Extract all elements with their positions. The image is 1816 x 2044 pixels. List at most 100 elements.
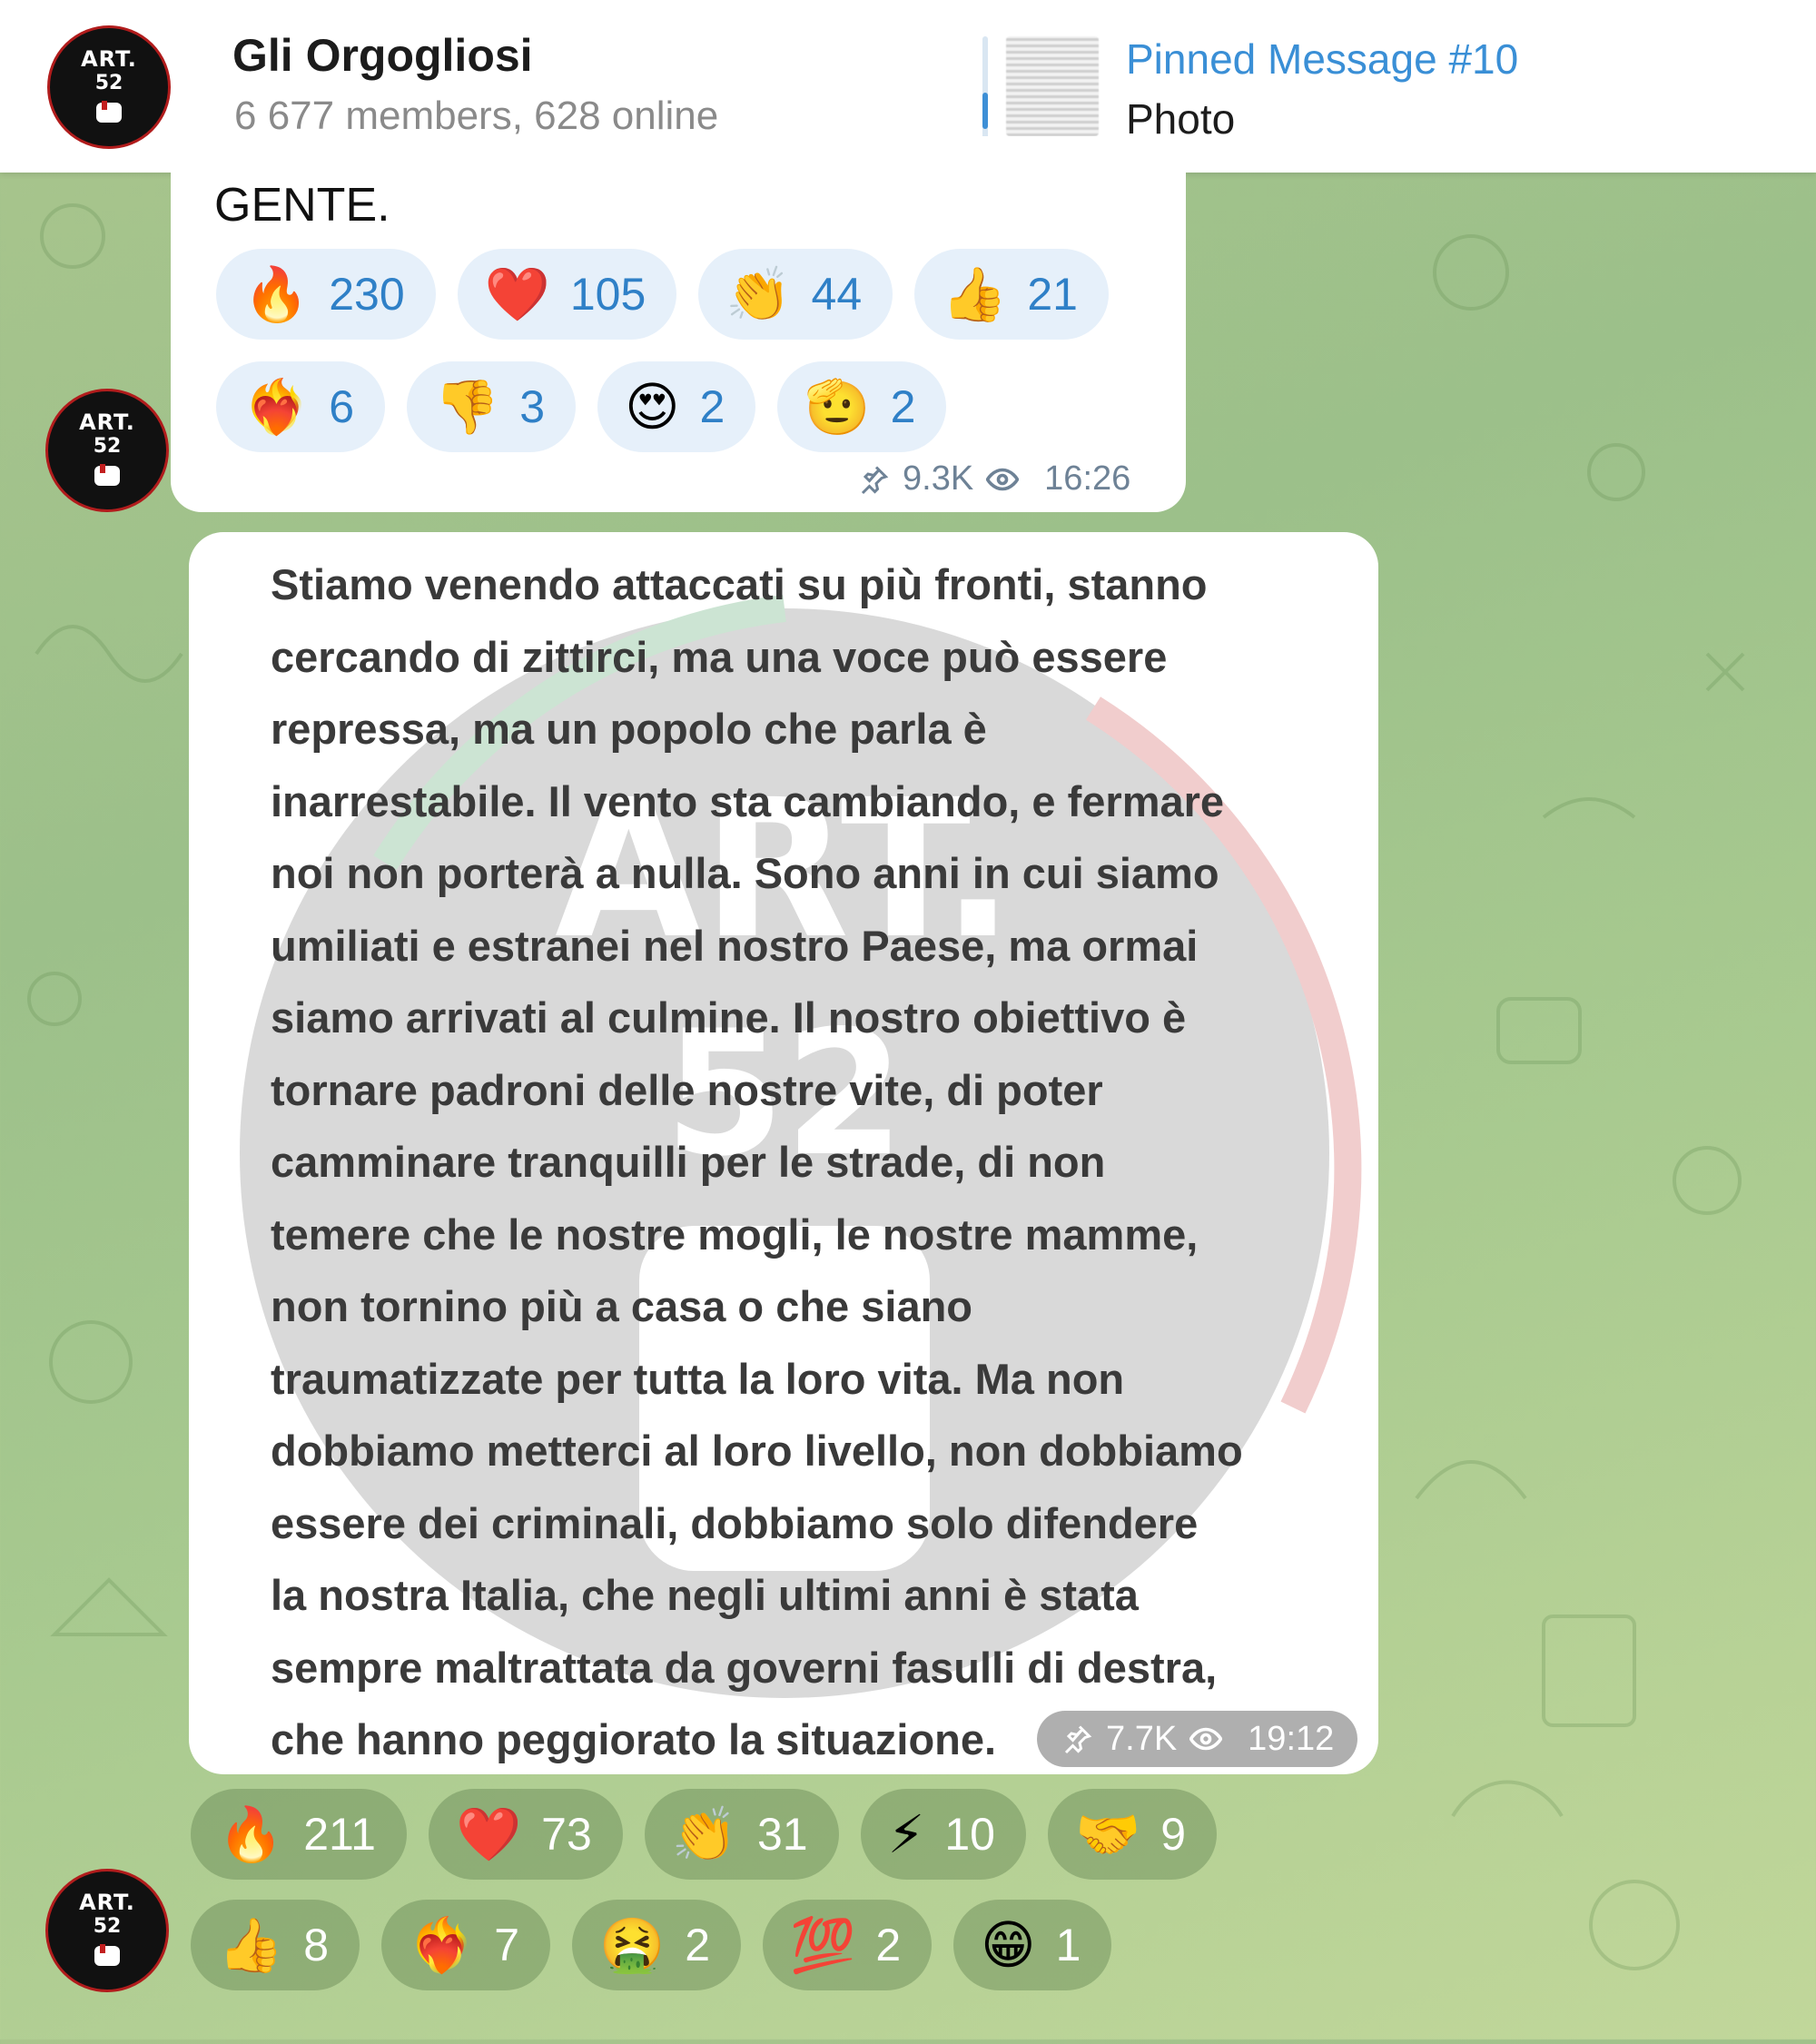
reaction-count: 21 <box>1027 269 1078 320</box>
reaction-count: 2 <box>685 1920 711 1970</box>
sender-avatar[interactable]: ART. 52 <box>45 1869 169 1992</box>
chat-title[interactable]: Gli Orgogliosi <box>232 29 533 82</box>
fist-icon <box>96 101 122 123</box>
hundred-icon: 💯 <box>790 1914 856 1976</box>
photo-text-line: la nostra Italia, che negli ultimi anni … <box>271 1571 1139 1619</box>
message-1-text: GENTE. <box>214 179 390 232</box>
photo-text-line: essere dei criminali, dobbiamo solo dife… <box>271 1498 1199 1547</box>
pin-icon <box>861 465 889 494</box>
photo-text-line: tornare padroni delle nostre vite, di po… <box>271 1065 1103 1114</box>
reaction-handshake[interactable]: 🤝 9 <box>1047 1789 1218 1880</box>
reaction-count: 2 <box>875 1920 902 1970</box>
reaction-heart[interactable]: ❤️ 73 <box>428 1789 623 1880</box>
fist-icon <box>94 464 120 486</box>
photo-text-line: inarrestabile. Il vento sta cambiando, e… <box>271 776 1225 825</box>
reaction-thumbs-up[interactable]: 👍 21 <box>914 249 1109 340</box>
sender-avatar[interactable]: ART. 52 <box>45 389 169 512</box>
avatar-text-art: ART. <box>79 1890 135 1915</box>
fist-icon <box>94 1944 120 1966</box>
photo-text-line: noi non porterà a nulla. Sono anni in cu… <box>271 849 1219 897</box>
reaction-fire[interactable]: 🔥 211 <box>191 1789 407 1880</box>
pinned-message-title[interactable]: Pinned Message #10 <box>1126 35 1518 84</box>
heart-icon: ❤️ <box>484 263 550 325</box>
reaction-hundred[interactable]: 💯 2 <box>763 1900 933 1990</box>
reaction-count: 9 <box>1160 1809 1187 1860</box>
grin-icon: 😁 <box>981 1914 1036 1976</box>
photo-text-line: non tornino più a casa o che siano <box>271 1282 972 1330</box>
message-2-reactions-row-1: 🔥 211 ❤️ 73 👏 31 ⚡ 10 🤝 9 <box>191 1789 1218 1880</box>
handshake-icon: 🤝 <box>1074 1803 1141 1865</box>
photo-text-line: sempre maltrattata da governi fasulli di… <box>271 1643 1218 1692</box>
thumbs-up-icon: 👍 <box>942 263 1008 325</box>
pin-icon <box>1064 1725 1092 1754</box>
reaction-heart-eyes[interactable]: 😍 2 <box>597 361 756 452</box>
reaction-heart-on-fire[interactable]: ❤️‍🔥 6 <box>216 361 386 452</box>
reaction-thumbs-down[interactable]: 👎 3 <box>407 361 577 452</box>
message-1-meta: 9.3K 16:26 <box>857 459 1130 499</box>
reaction-count: 230 <box>329 269 405 320</box>
reaction-count: 73 <box>541 1809 592 1860</box>
photo-text-line: Stiamo venendo attaccati su più fronti, … <box>271 560 1208 608</box>
heart-on-fire-icon: ❤️‍🔥 <box>409 1914 475 1976</box>
message-1-reactions-row-2: ❤️‍🔥 6 👎 3 😍 2 🫡 2 <box>216 361 947 452</box>
reaction-count: 3 <box>519 381 546 432</box>
reaction-count: 105 <box>569 269 646 320</box>
clap-icon: 👏 <box>725 263 792 325</box>
photo-text-line: umiliati e estranei nel nostro Paese, ma… <box>271 921 1199 970</box>
reaction-count: 2 <box>890 381 916 432</box>
avatar-text-52: 52 <box>93 435 122 458</box>
message-2-views: 7.7K <box>1106 1719 1178 1758</box>
reaction-count: 1 <box>1055 1920 1081 1970</box>
message-2-meta: 7.7K 19:12 <box>1037 1711 1358 1767</box>
message-1-reactions-row-1: 🔥 230 ❤️ 105 👏 44 👍 21 <box>216 249 1109 340</box>
group-avatar[interactable]: ART. 52 <box>47 25 171 149</box>
photo-text-line: camminare tranquilli per le strade, di n… <box>271 1138 1106 1186</box>
eye-icon <box>986 468 1020 490</box>
reaction-heart[interactable]: ❤️ 105 <box>457 249 677 340</box>
reaction-lightning[interactable]: ⚡ 10 <box>860 1789 1026 1880</box>
reaction-count: 6 <box>329 381 355 432</box>
photo-text-line: temere che le nostre mogli, le nostre ma… <box>271 1210 1199 1259</box>
reaction-clap[interactable]: 👏 44 <box>698 249 893 340</box>
heart-icon: ❤️ <box>455 1803 522 1865</box>
reaction-salute[interactable]: 🫡 2 <box>777 361 947 452</box>
pinned-photo-thumbnail[interactable] <box>1006 36 1099 136</box>
chat-member-count: 6 677 members, 628 online <box>234 94 719 138</box>
clap-icon: 👏 <box>671 1803 737 1865</box>
reaction-count: 7 <box>494 1920 520 1970</box>
vomit-icon: 🤮 <box>599 1914 666 1976</box>
reaction-count: 10 <box>944 1809 995 1860</box>
message-1-views: 9.3K <box>903 459 974 498</box>
salute-icon: 🫡 <box>804 376 871 438</box>
photo-text-block: Stiamo venendo attaccati su più fronti, … <box>271 548 1342 1776</box>
avatar-text-art: ART. <box>81 46 137 72</box>
reaction-heart-on-fire[interactable]: ❤️‍🔥 7 <box>381 1900 551 1990</box>
reaction-count: 2 <box>699 381 725 432</box>
heart-eyes-icon: 😍 <box>625 376 680 438</box>
photo-text-line: siamo arrivati al culmine. Il nostro obi… <box>271 993 1187 1042</box>
reaction-count: 211 <box>303 1809 376 1860</box>
thumbs-down-icon: 👎 <box>434 376 500 438</box>
avatar-text-52: 52 <box>93 1915 122 1938</box>
avatar-text-art: ART. <box>79 410 135 435</box>
avatar-text-52: 52 <box>94 72 123 94</box>
reaction-fire[interactable]: 🔥 230 <box>216 249 436 340</box>
message-2-time: 19:12 <box>1248 1719 1335 1758</box>
photo-text-line: dobbiamo metterci al loro livello, non d… <box>271 1427 1243 1475</box>
message-1-time: 16:26 <box>1044 459 1131 498</box>
pinned-indicator-bar <box>982 36 988 147</box>
photo-text-line: cercando di zittirci, ma una voce può es… <box>271 632 1168 681</box>
reaction-count: 8 <box>303 1920 330 1970</box>
lightning-icon: ⚡ <box>887 1803 925 1865</box>
reaction-clap[interactable]: 👏 31 <box>644 1789 839 1880</box>
reaction-count: 31 <box>757 1809 808 1860</box>
reaction-grin[interactable]: 😁 1 <box>953 1900 1112 1990</box>
reaction-count: 44 <box>811 269 863 320</box>
reaction-vomit[interactable]: 🤮 2 <box>572 1900 742 1990</box>
fire-icon: 🔥 <box>218 1803 284 1865</box>
reaction-thumbs-up[interactable]: 👍 8 <box>191 1900 360 1990</box>
fire-icon: 🔥 <box>243 263 310 325</box>
photo-text-line: traumatizzate per tutta la loro vita. Ma… <box>271 1354 1125 1403</box>
thumbs-up-icon: 👍 <box>218 1914 284 1976</box>
heart-on-fire-icon: ❤️‍🔥 <box>243 376 310 438</box>
